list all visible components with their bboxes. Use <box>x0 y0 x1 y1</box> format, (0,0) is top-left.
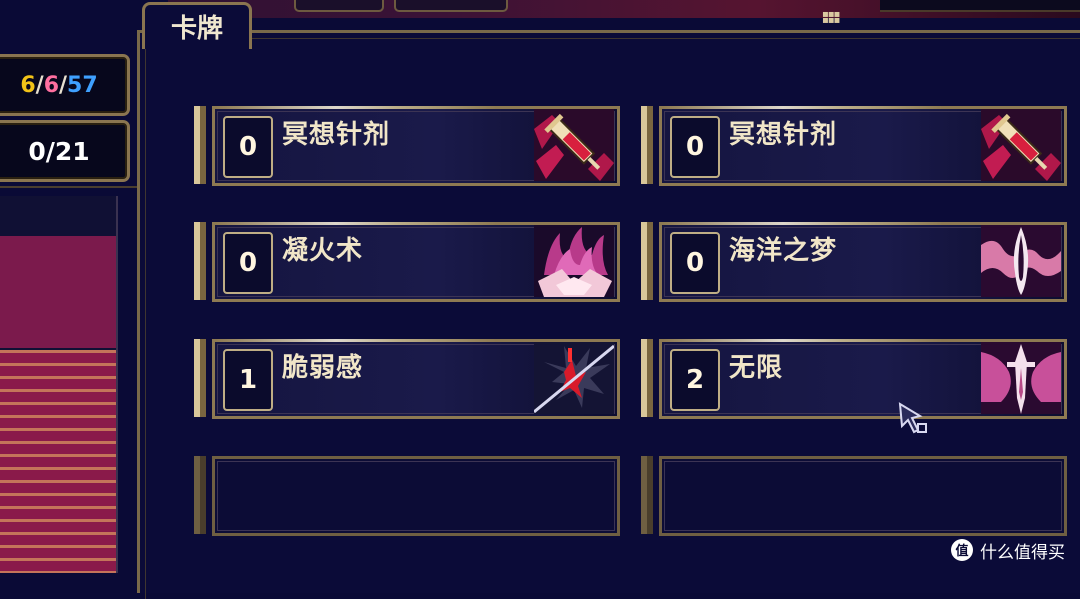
tab-label: 卡牌 <box>170 14 223 44</box>
resource-separator: / <box>59 72 68 98</box>
watermark: 值 什么值得买 <box>950 537 1065 563</box>
card-spine <box>194 222 206 300</box>
card-spine <box>641 339 653 417</box>
top-chip[interactable] <box>294 0 384 12</box>
shatter-icon <box>534 342 614 414</box>
card-slot[interactable]: 2 无限 <box>641 339 1067 419</box>
card-slot[interactable]: 1 脆弱感 <box>194 339 620 419</box>
ocean-dream-icon <box>981 225 1061 297</box>
card-spine <box>194 106 206 184</box>
divider <box>116 196 118 573</box>
card-name: 冥想针剂 <box>729 120 838 150</box>
resource-a: 6 <box>20 72 36 98</box>
top-dark-panel <box>880 0 1080 12</box>
grip-icon[interactable]: ▪▪▪ ▪▪▪ <box>822 10 848 26</box>
card-spine <box>194 456 206 534</box>
resource-counter: 6 / 6 / 57 <box>0 54 130 116</box>
card-spine <box>641 106 653 184</box>
card-slot[interactable]: 0 凝火术 <box>194 222 620 302</box>
progress-counter: 0/21 <box>0 120 130 182</box>
card-name: 脆弱感 <box>282 353 364 383</box>
infinity-sword-icon <box>981 342 1061 414</box>
card-cost: 0 <box>670 232 720 294</box>
card-cost: 0 <box>223 116 273 178</box>
empty-card-slot[interactable] <box>641 456 1067 536</box>
flame-icon <box>534 225 614 297</box>
card-name: 凝火术 <box>282 236 364 266</box>
card-cost: 1 <box>223 349 273 411</box>
watermark-text: 什么值得买 <box>980 542 1065 563</box>
card-cost: 0 <box>223 232 273 294</box>
tab-cards[interactable]: 卡牌 <box>142 2 252 49</box>
svg-text:值: 值 <box>955 543 968 559</box>
card-slot[interactable]: 0 海洋之梦 <box>641 222 1067 302</box>
card-slot[interactable]: 0 冥想针剂 <box>194 106 620 186</box>
card-name: 无限 <box>729 353 784 383</box>
card-cost: 2 <box>670 349 720 411</box>
card-cost: 0 <box>670 116 720 178</box>
resource-separator: / <box>35 72 44 98</box>
logo-icon: 值 <box>951 539 973 561</box>
side-list-header <box>0 236 118 348</box>
top-chip[interactable] <box>394 0 508 12</box>
resource-b: 6 <box>43 72 59 98</box>
side-list-rows[interactable] <box>0 350 118 573</box>
card-spine <box>194 339 206 417</box>
card-spine <box>641 456 653 534</box>
empty-card-slot[interactable] <box>194 456 620 536</box>
card-slot[interactable]: 0 冥想针剂 <box>641 106 1067 186</box>
syringe-icon <box>534 109 614 181</box>
card-spine <box>641 222 653 300</box>
card-frame <box>659 456 1067 536</box>
card-name: 冥想针剂 <box>282 120 391 150</box>
card-frame <box>212 456 620 536</box>
syringe-icon <box>981 109 1061 181</box>
card-name: 海洋之梦 <box>729 236 838 266</box>
cursor-icon <box>898 402 927 434</box>
resource-c: 57 <box>67 72 98 98</box>
